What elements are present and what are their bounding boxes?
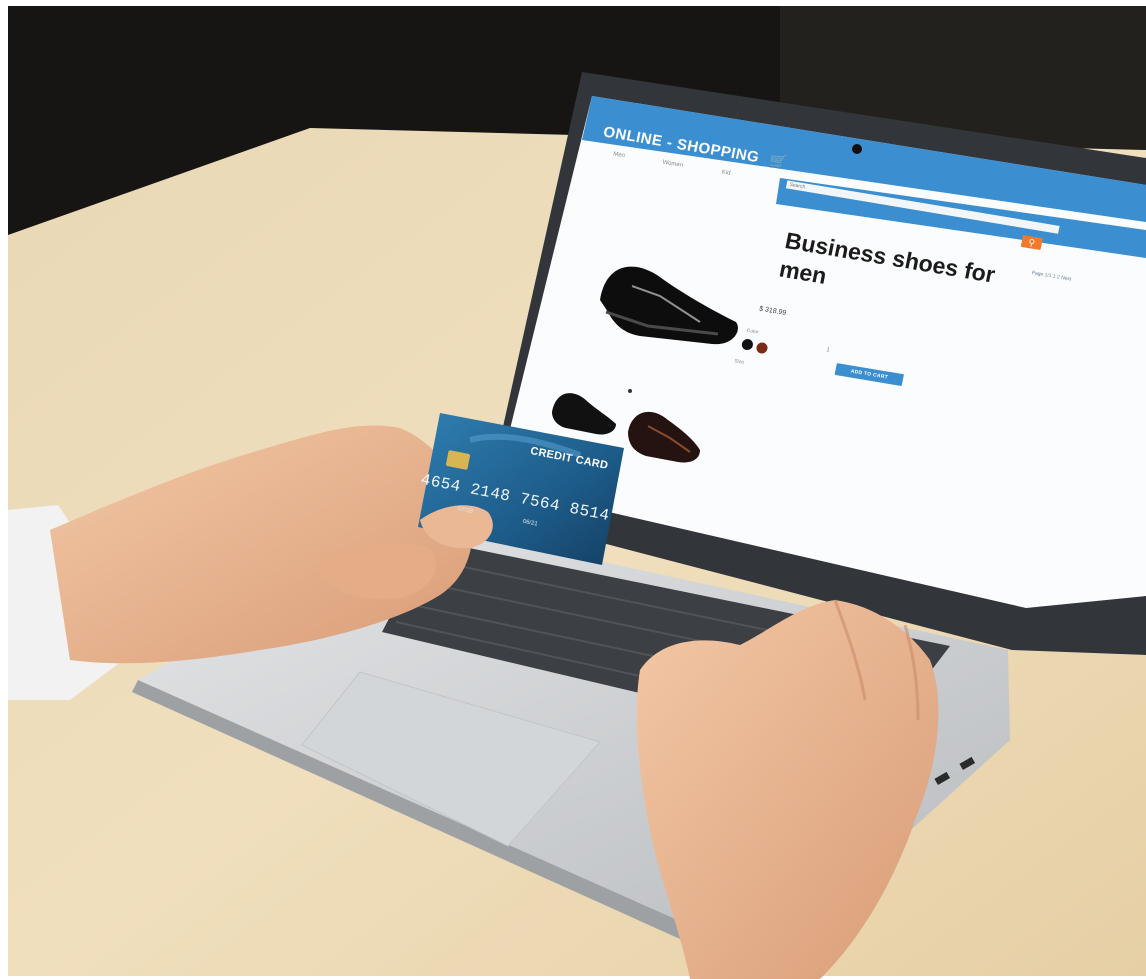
add-to-cart-button[interactable]: ADD TO CART bbox=[834, 363, 905, 387]
card-number: 4654 2148 7564 8514 bbox=[419, 470, 612, 526]
nav-item-men[interactable]: Men bbox=[613, 151, 626, 159]
product-price: $ 318.99 bbox=[758, 305, 787, 317]
search-icon: ⚲ bbox=[1027, 237, 1037, 249]
site-brand[interactable]: ONLINE - SHOPPING 🛒 bbox=[602, 124, 789, 171]
card-expiry: 07/18 bbox=[457, 506, 474, 516]
shopping-cart-icon[interactable]: 🛒 bbox=[768, 151, 789, 170]
color-label: Color bbox=[746, 327, 760, 336]
brand-text: ONLINE - SHOPPING bbox=[601, 123, 761, 167]
card-valid: 06/21 bbox=[522, 518, 539, 528]
nav-item-women[interactable]: Women bbox=[662, 160, 683, 169]
search-input[interactable] bbox=[785, 180, 1060, 234]
color-swatch-black[interactable] bbox=[740, 338, 754, 351]
photo-scene: ONLINE - SHOPPING 🛒 Men Women Kid ⚲ Page… bbox=[0, 0, 1146, 979]
search-button[interactable]: ⚲ bbox=[1020, 235, 1043, 251]
color-swatch-brown[interactable] bbox=[755, 341, 769, 355]
nav-item-kid[interactable]: Kid bbox=[721, 169, 731, 176]
pagination[interactable]: Page 1/1 1 2 Next bbox=[1031, 270, 1072, 282]
product-title: Business shoes for men bbox=[777, 227, 998, 289]
quantity-value[interactable]: 1 bbox=[826, 347, 830, 353]
card-title: CREDIT CARD bbox=[529, 445, 610, 472]
size-label: Size bbox=[733, 358, 745, 366]
